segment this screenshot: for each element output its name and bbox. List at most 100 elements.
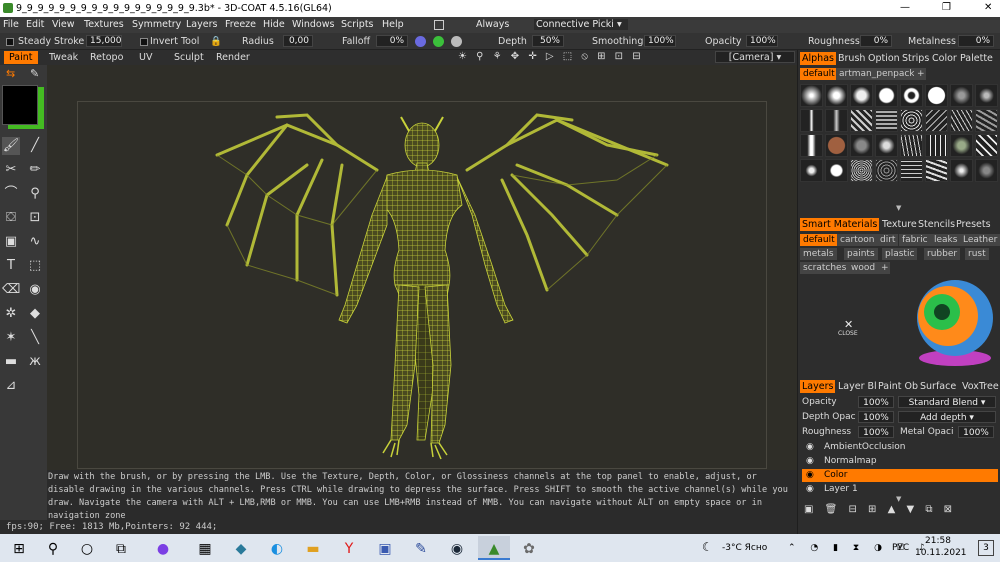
alpha-item[interactable] xyxy=(950,84,973,107)
material-chip-fabric[interactable]: fabric xyxy=(899,234,931,246)
invert-tool-checkbox[interactable] xyxy=(140,38,148,46)
cortana-icon[interactable]: ○ xyxy=(78,540,96,558)
notifications-badge[interactable]: 3 xyxy=(978,540,994,556)
tab-layer-blend[interactable]: Layer Bl xyxy=(836,380,879,393)
blend-mode-dropdown[interactable]: Standard Blend ▾ xyxy=(898,396,996,408)
alpha-item[interactable] xyxy=(800,109,823,132)
tab-render[interactable]: Render xyxy=(211,51,255,64)
stroke-input[interactable]: 15,000 xyxy=(86,35,122,47)
layer-roughness-input[interactable]: 100% xyxy=(858,426,894,438)
connective-dropdown[interactable]: Connective Picki ▾ xyxy=(534,19,628,30)
material-chip-dirt[interactable]: dirt xyxy=(877,234,899,246)
material-chip-rust[interactable]: rust xyxy=(965,248,989,260)
viewport-nav-icons[interactable]: ☀ ⚲ ⚘ ✥ ✛ ▷ ⬚ ⦸ ⊞ ⊡ ⊟ xyxy=(458,51,644,62)
visibility-eye-icon[interactable]: ◉ xyxy=(806,483,814,496)
alpha-item[interactable] xyxy=(950,159,973,182)
tab-paint-objects[interactable]: Paint Ob xyxy=(876,380,920,393)
material-chip-leather[interactable]: Leather xyxy=(960,234,1000,246)
pen-tool-icon[interactable]: ╱ xyxy=(26,137,44,155)
material-chip-default[interactable]: default xyxy=(800,234,838,246)
alpha-chip-default[interactable]: default xyxy=(800,68,838,80)
eyedropper-icon[interactable]: ✎ xyxy=(30,67,39,80)
tab-paint[interactable]: Paint xyxy=(4,51,38,64)
tab-smart-materials[interactable]: Smart Materials xyxy=(800,218,880,231)
alpha-item[interactable] xyxy=(850,159,873,182)
app-icon-4[interactable]: ✿ xyxy=(520,540,538,558)
material-chip-wood[interactable]: wood xyxy=(848,262,879,274)
stamp-tool-icon[interactable]: ⛋ xyxy=(2,209,20,227)
radius-input[interactable]: 0,00 xyxy=(283,35,313,47)
material-chip-cartoon[interactable]: cartoon xyxy=(837,234,878,246)
select-tool-icon[interactable]: ⬚ xyxy=(26,257,44,275)
calculator-icon[interactable]: ▦ xyxy=(196,540,214,558)
menu-help[interactable]: Help xyxy=(382,19,404,30)
alpha-item[interactable] xyxy=(825,109,848,132)
steady-checkbox[interactable] xyxy=(6,38,14,46)
alpha-item[interactable] xyxy=(850,84,873,107)
tab-uv[interactable]: UV xyxy=(134,51,157,64)
tab-retopo[interactable]: Retopo xyxy=(85,51,128,64)
alpha-item[interactable] xyxy=(925,84,948,107)
butterfly-tool-icon[interactable]: ж xyxy=(26,353,44,371)
visibility-eye-icon[interactable]: ◉ xyxy=(806,455,814,468)
explorer-icon[interactable]: ▬ xyxy=(304,540,322,558)
app-icon-1[interactable]: ◆ xyxy=(232,540,250,558)
tab-voxtree[interactable]: VoxTree xyxy=(960,380,1000,393)
alpha-item[interactable] xyxy=(800,159,823,182)
input-language[interactable]: РУС xyxy=(892,543,909,553)
material-chip-metals[interactable]: metals xyxy=(800,248,837,260)
bucket-tool-icon[interactable]: ◆ xyxy=(26,305,44,323)
app-icon-2[interactable]: ▣ xyxy=(376,540,394,558)
pencil-tool-icon[interactable]: ✏ xyxy=(26,161,44,179)
smoothing-input[interactable]: 100% xyxy=(644,35,676,47)
alpha-item[interactable] xyxy=(900,134,923,157)
smudge-tool-icon[interactable]: ⌒ xyxy=(2,185,20,203)
tab-surface[interactable]: Surface xyxy=(918,380,958,393)
steam-icon[interactable]: ◉ xyxy=(448,540,466,558)
metalness-input[interactable]: 0% xyxy=(958,35,994,47)
windows-start-icon[interactable]: ⊞ xyxy=(10,540,28,558)
add-material-button[interactable]: + xyxy=(878,262,890,274)
airbrush-tool-icon[interactable]: ✂ xyxy=(2,161,20,179)
alpha-item[interactable] xyxy=(800,134,823,157)
brush-mode-icon[interactable] xyxy=(415,36,426,47)
layer-row-active[interactable]: ◉ Color xyxy=(802,469,998,482)
alpha-item[interactable] xyxy=(925,159,948,182)
alpha-item[interactable] xyxy=(875,84,898,107)
alpha-item[interactable] xyxy=(975,84,998,107)
material-chip-plastic[interactable]: plastic xyxy=(882,248,918,260)
primary-color-swatch[interactable] xyxy=(2,85,38,125)
spray-tool-icon[interactable]: ⚲ xyxy=(26,185,44,203)
alpha-item[interactable] xyxy=(875,159,898,182)
roughness-input[interactable]: 0% xyxy=(860,35,892,47)
falloff-input[interactable]: 0% xyxy=(376,35,408,47)
clock-time[interactable]: 21:58 xyxy=(925,536,951,546)
menu-symmetry[interactable]: Symmetry xyxy=(132,19,181,30)
layer-opacity-input[interactable]: 100% xyxy=(858,396,894,408)
alpha-item[interactable] xyxy=(850,134,873,157)
alpha-scroll-down-icon[interactable]: ▼ xyxy=(896,204,901,212)
layer-row[interactable]: ◉ Normalmap xyxy=(802,455,998,468)
alpha-item[interactable] xyxy=(900,109,923,132)
curve-tool-icon[interactable]: ∿ xyxy=(26,233,44,251)
swap-colors-icon[interactable]: ⇆ xyxy=(6,67,15,80)
tab-alphas[interactable]: Alphas xyxy=(800,52,836,65)
clock-date[interactable]: 10.11.2021 xyxy=(915,548,967,558)
tray-icons[interactable]: ⌃ ◔ ▮ ⧗ ◑ ⎚ ♪ xyxy=(788,543,931,553)
menu-file[interactable]: File xyxy=(3,19,19,30)
lock-icon[interactable]: 🔒 xyxy=(210,36,222,47)
material-chip-leaks[interactable]: leaks xyxy=(931,234,961,246)
tab-color[interactable]: Color xyxy=(930,52,959,65)
fill-tool-icon[interactable]: ⊡ xyxy=(26,209,44,227)
alpha-item[interactable] xyxy=(950,109,973,132)
add-alpha-button[interactable]: + xyxy=(914,68,926,80)
material-chip-paints[interactable]: paints xyxy=(844,248,878,260)
brush-tool-icon[interactable]: 🖌 xyxy=(2,137,20,155)
color-channel-icon[interactable] xyxy=(433,36,444,47)
always-checkbox[interactable] xyxy=(434,20,444,30)
viewport[interactable] xyxy=(47,65,797,470)
alpha-item[interactable] xyxy=(825,134,848,157)
alpha-item[interactable] xyxy=(875,109,898,132)
gloss-channel-icon[interactable] xyxy=(451,36,462,47)
close-button[interactable]: ✕ xyxy=(984,2,992,13)
